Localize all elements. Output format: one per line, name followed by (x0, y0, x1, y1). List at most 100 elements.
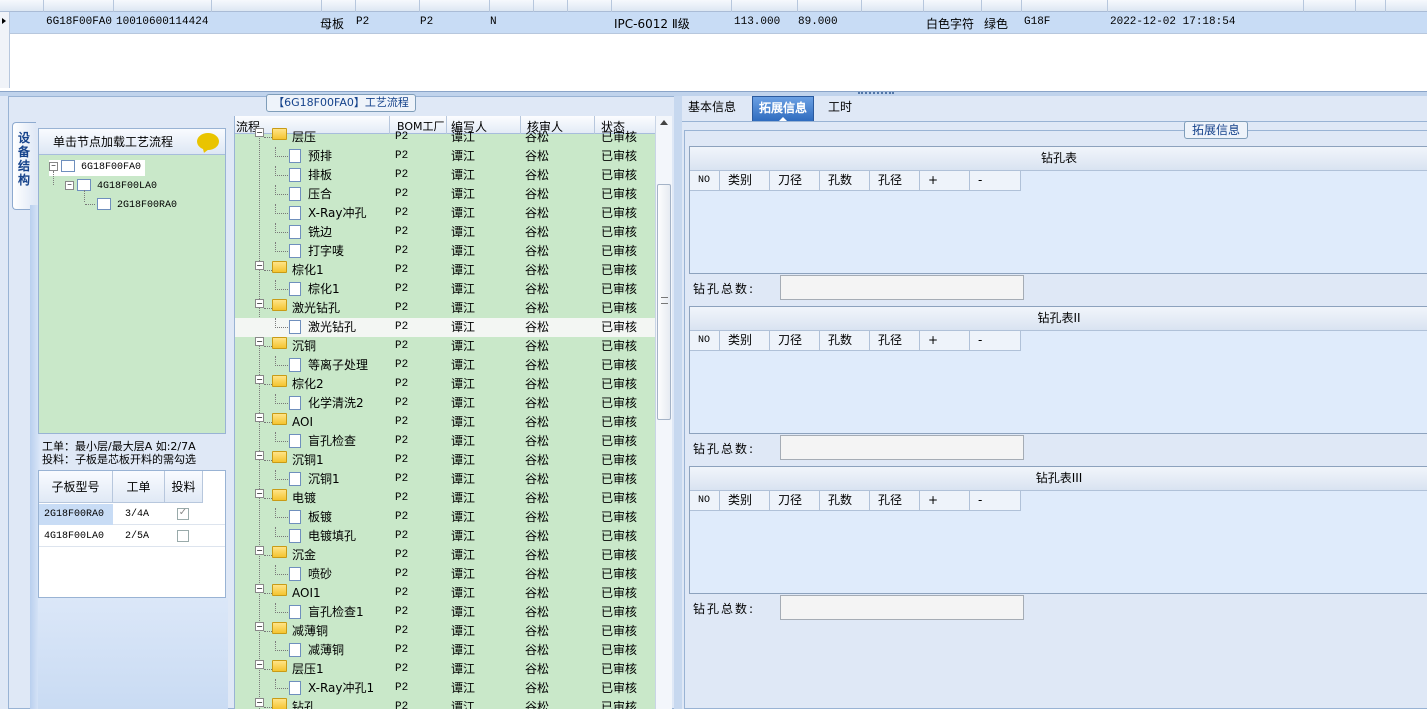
add-row-button[interactable]: + (920, 331, 970, 351)
row-selector[interactable] (0, 12, 10, 88)
flow-row[interactable]: 盲孔检查 P2 谭江 谷松 已审核 (235, 432, 655, 451)
collapse-icon[interactable]: − (255, 451, 264, 460)
collapse-icon[interactable]: − (255, 375, 264, 384)
flow-row[interactable]: 预排 P2 谭江 谷松 已审核 (235, 147, 655, 166)
vertical-splitter[interactable] (674, 96, 682, 709)
flow-row[interactable]: 盲孔检查1 P2 谭江 谷松 已审核 (235, 603, 655, 622)
flow-row[interactable]: − 层压 P2 谭江 谷松 已审核 (235, 128, 655, 147)
flow-row[interactable]: − 层压1 P2 谭江 谷松 已审核 (235, 660, 655, 679)
flow-row[interactable]: 打字唛 P2 谭江 谷松 已审核 (235, 242, 655, 261)
tree-node-leaf[interactable]: 2G18F00RA0 (85, 198, 177, 214)
col-hole-diameter[interactable]: 孔径 (870, 171, 920, 191)
remove-row-button[interactable]: - (970, 491, 1021, 511)
collapse-icon[interactable]: − (255, 698, 264, 707)
collapse-icon[interactable]: − (255, 413, 264, 422)
flow-row[interactable]: 棕化1 P2 谭江 谷松 已审核 (235, 280, 655, 299)
folder-icon (272, 489, 287, 501)
col-tool-diameter[interactable]: 刀径 (770, 331, 820, 351)
flow-row[interactable]: − 沉铜 P2 谭江 谷松 已审核 (235, 337, 655, 356)
flow-row[interactable]: X-Ray冲孔 P2 谭江 谷松 已审核 (235, 204, 655, 223)
flow-row[interactable]: − AOI P2 谭江 谷松 已审核 (235, 413, 655, 432)
flow-row[interactable]: 化学清洗2 P2 谭江 谷松 已审核 (235, 394, 655, 413)
tree-node-root[interactable]: − 6G18F00FA0 (49, 160, 146, 176)
col-tool-diameter[interactable]: 刀径 (770, 171, 820, 191)
flow-row[interactable]: − 沉铜1 P2 谭江 谷松 已审核 (235, 451, 655, 470)
scroll-thumb[interactable] (657, 184, 671, 420)
flow-name: X-Ray冲孔 (308, 206, 367, 220)
flow-row[interactable]: − 减薄铜 P2 谭江 谷松 已审核 (235, 622, 655, 641)
flow-row[interactable]: − 激光钻孔 P2 谭江 谷松 已审核 (235, 299, 655, 318)
tab-basic-info[interactable]: 基本信息 (682, 96, 742, 121)
flow-status: 已审核 (601, 225, 638, 239)
cell-number: 10010600114424 (116, 16, 209, 28)
flow-row[interactable]: X-Ray冲孔1 P2 谭江 谷松 已审核 (235, 679, 655, 698)
tab-equipment-structure[interactable]: 设备结构 (12, 122, 36, 210)
collapse-icon[interactable]: − (255, 660, 264, 669)
flow-scrollbar[interactable] (655, 116, 672, 709)
flow-row[interactable]: 等离子处理 P2 谭江 谷松 已审核 (235, 356, 655, 375)
scroll-up-icon[interactable] (660, 120, 668, 125)
tree-node-child[interactable]: − 4G18F00LA0 (65, 179, 157, 195)
collapse-icon[interactable]: − (255, 489, 264, 498)
cell-type: 母板 (320, 17, 345, 31)
top-grid-row[interactable]: 6G18F00FA0 10010600114424 母板 P2 P2 N IPC… (10, 12, 1427, 34)
drill-total-field[interactable] (780, 595, 1024, 620)
table-row[interactable]: 2G18F00RA0 3/4A ✓ (39, 504, 225, 525)
collapse-icon[interactable]: − (255, 261, 264, 270)
flow-row[interactable]: − AOI1 P2 谭江 谷松 已审核 (235, 584, 655, 603)
col-order[interactable]: 工单 (113, 471, 165, 503)
flow-row[interactable]: 沉铜1 P2 谭江 谷松 已审核 (235, 470, 655, 489)
drill-total-field[interactable] (780, 435, 1024, 460)
flow-row[interactable]: − 电镀 P2 谭江 谷松 已审核 (235, 489, 655, 508)
col-sub-model[interactable]: 子板型号 (39, 471, 113, 503)
flow-row[interactable]: 板镀 P2 谭江 谷松 已审核 (235, 508, 655, 527)
flow-row[interactable]: − 棕化1 P2 谭江 谷松 已审核 (235, 261, 655, 280)
col-category[interactable]: 类别 (720, 331, 770, 351)
flow-row[interactable]: − 棕化2 P2 谭江 谷松 已审核 (235, 375, 655, 394)
drill-total-field[interactable] (780, 275, 1024, 300)
tab-extended-info[interactable]: 拓展信息 (752, 96, 815, 121)
col-no[interactable]: NO (690, 171, 720, 191)
feed-checkbox[interactable]: ✓ (177, 508, 189, 520)
col-no[interactable]: NO (690, 331, 720, 351)
col-hole-diameter[interactable]: 孔径 (870, 491, 920, 511)
collapse-icon[interactable]: − (255, 337, 264, 346)
tab-work-hours[interactable]: 工时 (822, 96, 858, 121)
collapse-icon[interactable]: − (255, 128, 264, 137)
col-category[interactable]: 类别 (720, 171, 770, 191)
remove-row-button[interactable]: - (970, 331, 1021, 351)
collapse-icon[interactable]: − (49, 161, 58, 171)
add-row-button[interactable]: + (920, 491, 970, 511)
flow-row[interactable]: − 沉金 P2 谭江 谷松 已审核 (235, 546, 655, 565)
flow-row[interactable]: 减薄铜 P2 谭江 谷松 已审核 (235, 641, 655, 660)
add-row-button[interactable]: + (920, 171, 970, 191)
col-hole-count[interactable]: 孔数 (820, 491, 870, 511)
col-category[interactable]: 类别 (720, 491, 770, 511)
flow-row[interactable]: 电镀填孔 P2 谭江 谷松 已审核 (235, 527, 655, 546)
col-no[interactable]: NO (690, 491, 720, 511)
collapse-icon[interactable]: − (65, 180, 74, 190)
collapse-icon[interactable]: − (255, 546, 264, 555)
flow-row[interactable]: 铣边 P2 谭江 谷松 已审核 (235, 223, 655, 242)
collapse-icon[interactable]: − (255, 584, 264, 593)
flow-name: 排板 (308, 168, 333, 182)
flow-row[interactable]: 激光钻孔 P2 谭江 谷松 已审核 (235, 318, 655, 337)
document-icon (289, 510, 301, 524)
col-feed[interactable]: 投料 (165, 471, 203, 503)
flow-row[interactable]: − 钻孔 P2 谭江 谷松 已审核 (235, 698, 655, 709)
collapse-icon[interactable]: − (255, 299, 264, 308)
col-hole-count[interactable]: 孔数 (820, 171, 870, 191)
col-hole-diameter[interactable]: 孔径 (870, 331, 920, 351)
flow-name: 层压1 (292, 662, 324, 676)
feed-checkbox[interactable] (177, 530, 189, 542)
collapse-icon[interactable]: − (255, 622, 264, 631)
remove-row-button[interactable]: - (970, 171, 1021, 191)
flow-writer: 谭江 (451, 624, 476, 638)
col-hole-count[interactable]: 孔数 (820, 331, 870, 351)
flow-row[interactable]: 排板 P2 谭江 谷松 已审核 (235, 166, 655, 185)
col-tool-diameter[interactable]: 刀径 (770, 491, 820, 511)
cell-model: 2G18F00RA0 (39, 504, 113, 525)
flow-row[interactable]: 喷砂 P2 谭江 谷松 已审核 (235, 565, 655, 584)
table-row[interactable]: 4G18F00LA0 2/5A (39, 526, 225, 547)
flow-row[interactable]: 压合 P2 谭江 谷松 已审核 (235, 185, 655, 204)
